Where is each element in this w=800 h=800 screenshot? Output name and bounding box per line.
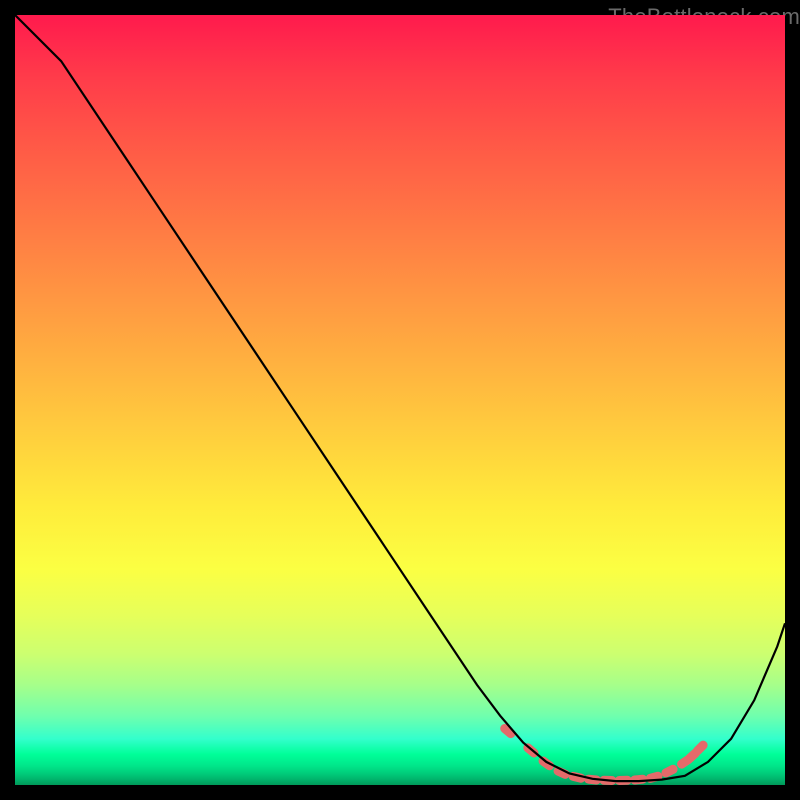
bottleneck-curve-path	[15, 15, 785, 781]
marker-pill	[645, 771, 664, 784]
optimal-zone-markers	[498, 722, 709, 785]
bottleneck-chart: TheBottleneck.com	[0, 0, 800, 800]
curve-layer	[15, 15, 785, 785]
plot-area	[15, 15, 785, 785]
